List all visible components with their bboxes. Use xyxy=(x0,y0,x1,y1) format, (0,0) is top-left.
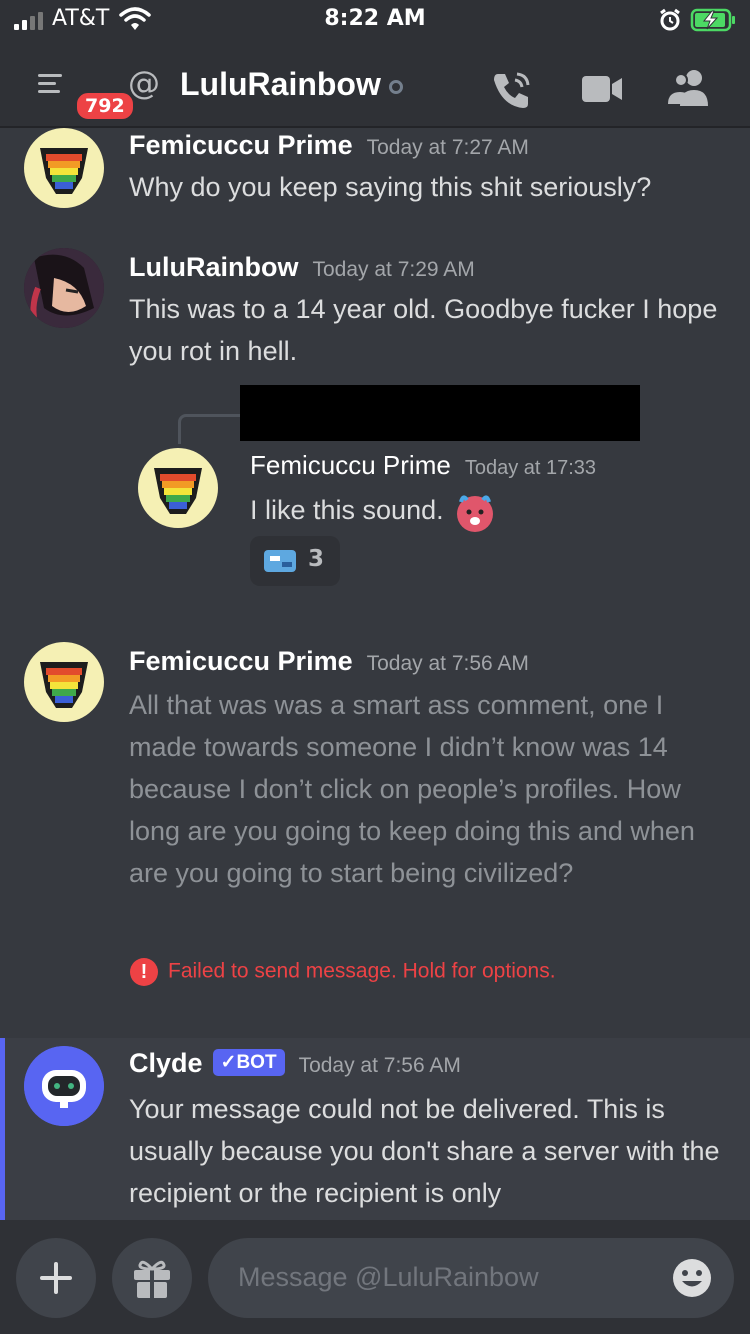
author-name[interactable]: LuluRainbow xyxy=(129,252,298,282)
timestamp: Today at 7:56 AM xyxy=(298,1054,461,1077)
message[interactable]: Femicuccu Prime Today at 7:56 AM All that… xyxy=(0,640,750,1000)
gift-icon xyxy=(134,1260,170,1298)
message-text-unsent: All that was was a smart ass comment, on… xyxy=(129,690,695,888)
embedded-author-name: Femicuccu Prime xyxy=(250,450,451,480)
message-input-placeholder: Message @LuluRainbow xyxy=(238,1262,539,1292)
unread-badge: 792 xyxy=(74,90,136,122)
avatar[interactable] xyxy=(24,1046,104,1126)
channel-name: LuluRainbow xyxy=(180,66,381,102)
offline-status-icon xyxy=(388,79,403,94)
blue-emoji-icon xyxy=(264,550,296,572)
at-icon: @ xyxy=(128,64,160,102)
avatar[interactable] xyxy=(24,128,104,208)
timestamp: Today at 7:56 AM xyxy=(366,652,529,675)
reply-line xyxy=(178,414,240,444)
author-name[interactable]: Femicuccu Prime xyxy=(129,130,353,160)
channel-title: LuluRainbow xyxy=(180,66,403,103)
message-composer: Message @LuluRainbow xyxy=(0,1220,750,1334)
redaction-bar xyxy=(240,385,640,441)
message-author[interactable]: LuluRainbow Today at 7:29 AM xyxy=(129,252,475,283)
battery-charging-icon xyxy=(690,8,735,32)
message-author[interactable]: Femicuccu Prime Today at 7:27 AM xyxy=(129,130,529,161)
message-author[interactable]: Femicuccu Prime Today at 7:56 AM xyxy=(129,646,529,677)
bot-tag: ✓BOT xyxy=(212,1049,285,1076)
rainbow-mask-avatar-icon xyxy=(154,468,202,514)
embedded-avatar xyxy=(138,448,218,528)
embedded-message: I like this sound. xyxy=(250,490,497,534)
status-time: 8:22 AM xyxy=(324,6,426,31)
author-name[interactable]: Clyde xyxy=(129,1048,203,1078)
top-bar: AT&T 8:22 AM 792 @ LuluRainbow xyxy=(0,0,750,128)
plus-icon xyxy=(40,1262,72,1294)
hot-face-emoji-icon xyxy=(457,495,494,532)
reaction-count: 3 xyxy=(308,546,325,572)
embedded-text: I like this sound. xyxy=(250,495,444,526)
message-text: Your message could not be delivered. Thi… xyxy=(129,1094,720,1208)
video-call-icon[interactable] xyxy=(580,72,624,106)
rainbow-mask-avatar-icon xyxy=(40,148,88,194)
members-icon[interactable] xyxy=(666,68,712,108)
menu-button[interactable]: 792 xyxy=(30,66,136,122)
fox-character-avatar-icon xyxy=(24,248,104,328)
embedded-author: Femicuccu Prime Today at 17:33 xyxy=(250,450,596,481)
gift-button[interactable] xyxy=(112,1238,192,1318)
message[interactable]: LuluRainbow Today at 7:29 AM This was to … xyxy=(0,246,750,376)
send-failed-text[interactable]: Failed to send message. Hold for options… xyxy=(168,960,556,983)
message-input[interactable]: Message @LuluRainbow xyxy=(208,1238,734,1318)
reaction-chip: 3 xyxy=(250,536,340,586)
rainbow-mask-avatar-icon xyxy=(40,662,88,708)
emoji-picker-icon[interactable] xyxy=(670,1256,714,1300)
error-icon: ! xyxy=(130,958,158,986)
message[interactable]: Clyde ✓BOT Today at 7:56 AM Your message c… xyxy=(0,1044,750,1220)
message-author[interactable]: Clyde ✓BOT Today at 7:56 AM xyxy=(129,1048,461,1079)
clyde-bot-avatar-icon xyxy=(24,1046,104,1126)
embedded-timestamp: Today at 17:33 xyxy=(464,457,597,479)
author-name[interactable]: Femicuccu Prime xyxy=(129,646,353,676)
channel-header: 792 @ LuluRainbow xyxy=(0,58,750,122)
timestamp: Today at 7:27 AM xyxy=(366,136,529,159)
timestamp: Today at 7:29 AM xyxy=(312,258,475,281)
alarm-icon xyxy=(660,8,680,31)
avatar[interactable] xyxy=(24,642,104,722)
avatar[interactable] xyxy=(24,248,104,328)
add-attachment-button[interactable] xyxy=(16,1238,96,1318)
message-text: This was to a 14 year old. Goodbye fucke… xyxy=(129,294,718,366)
call-icon[interactable] xyxy=(490,68,534,112)
status-bar: AT&T 8:22 AM xyxy=(0,0,750,40)
message[interactable]: Femicuccu Prime Today at 7:27 AM Why do y… xyxy=(0,124,750,214)
send-failed-notice[interactable]: ! Failed to send message. Hold for option… xyxy=(130,958,556,986)
message-text: Why do you keep saying this shit serious… xyxy=(129,172,652,202)
